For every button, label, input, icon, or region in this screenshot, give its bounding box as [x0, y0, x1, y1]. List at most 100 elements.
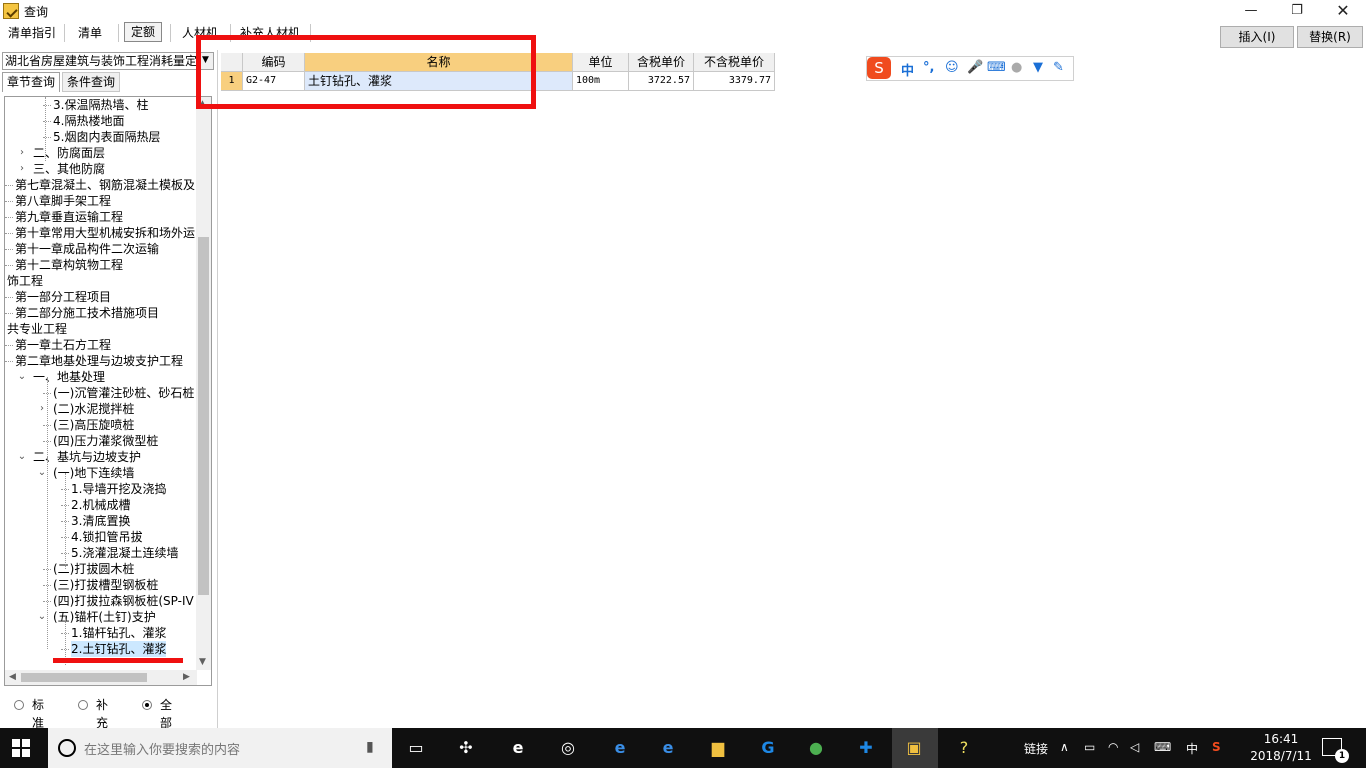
tree-vertical-scrollbar[interactable]: ▲ ▼	[196, 97, 211, 670]
tree-node[interactable]: 第二章地基处理与边坡支护工程	[15, 353, 183, 369]
tree-node[interactable]: 第十一章成品构件二次运输	[15, 241, 159, 257]
expand-chevron-icon[interactable]: ›	[17, 161, 27, 177]
tree-node[interactable]: 4.隔热楼地面	[53, 113, 124, 129]
scrollbar-thumb[interactable]	[198, 237, 209, 595]
cell-price-tax[interactable]: 3722.57	[629, 72, 694, 91]
tree-node[interactable]: 1.导墙开挖及浇捣	[71, 481, 166, 497]
edge-browser-icon[interactable]: e	[608, 736, 632, 760]
microphone-icon[interactable]: ▮	[366, 739, 374, 755]
close-button[interactable]: ✕	[1320, 0, 1366, 22]
sogou-logo-icon[interactable]: S	[867, 57, 891, 79]
minimize-button[interactable]: —	[1228, 0, 1274, 22]
help-app-icon[interactable]: ?	[952, 736, 976, 760]
blue-app-icon[interactable]: ✚	[854, 736, 878, 760]
radio-standard-circle[interactable]	[14, 700, 24, 710]
sogou-tray-icon[interactable]: S	[1212, 740, 1221, 754]
taskbar-search[interactable]: 在这里输入你要搜索的内容 ▮	[48, 728, 392, 768]
ime-punctuation[interactable]: °,	[923, 60, 934, 75]
tree-node[interactable]: 二、基坑与边坡支护	[33, 449, 141, 465]
tree-node[interactable]: 第二部分施工技术措施项目	[15, 305, 159, 321]
app-notify-icon[interactable]: ◎	[556, 736, 580, 760]
tree-node-selected[interactable]: 2.土钉钻孔、灌浆	[71, 641, 167, 657]
task-view-icon[interactable]: ▭	[404, 736, 428, 760]
tree-node[interactable]: 第七章混凝土、钢筋混凝土模板及	[15, 177, 195, 193]
tree-node[interactable]: (三)高压旋喷桩	[53, 417, 134, 433]
radio-all-circle[interactable]	[142, 700, 152, 710]
wifi-icon[interactable]: ◠	[1108, 740, 1118, 754]
tree-node[interactable]: 第一部分工程项目	[15, 289, 111, 305]
tree-node[interactable]: 2.机械成槽	[71, 497, 130, 513]
collapse-chevron-icon[interactable]: ⌄	[37, 609, 47, 625]
battery-icon[interactable]: ▭	[1084, 740, 1095, 754]
expand-chevron-icon[interactable]: ›	[37, 401, 47, 417]
system-clock[interactable]: 16:41 2018/7/11	[1248, 731, 1314, 765]
glodon-app-icon[interactable]: G	[756, 736, 780, 760]
tree-node[interactable]: 一、地基处理	[33, 369, 105, 385]
tab-condition-query[interactable]: 条件查询	[62, 72, 121, 92]
user-icon[interactable]: ●	[1011, 60, 1022, 75]
tree-node[interactable]: 二、防腐面层	[33, 145, 105, 161]
app-fan-icon[interactable]: ✣	[454, 736, 478, 760]
column-header-price-tax[interactable]: 含税单价	[629, 53, 694, 72]
volume-icon[interactable]: ◁	[1130, 740, 1139, 754]
tree-node[interactable]: (四)压力灌浆微型桩	[53, 433, 158, 449]
tree-node[interactable]: (二)水泥搅拌桩	[53, 401, 134, 417]
cortana-icon[interactable]	[58, 739, 76, 757]
tray-link-label[interactable]: 链接	[1024, 740, 1048, 757]
scroll-down-icon[interactable]: ▼	[199, 657, 206, 667]
quota-library-select[interactable]: 湖北省房屋建筑与装饰工程消耗量定额 ▼	[2, 52, 214, 70]
tree-node[interactable]: 第一章土石方工程	[15, 337, 111, 353]
collapse-chevron-icon[interactable]: ⌄	[37, 465, 47, 481]
tree-node[interactable]: 1.锚杆钻孔、灌浆	[71, 625, 166, 641]
tree-horizontal-scrollbar[interactable]: ◀ ▶	[5, 670, 197, 685]
ie-browser-icon[interactable]: e	[506, 736, 530, 760]
tree-node[interactable]: 第十二章构筑物工程	[15, 257, 123, 273]
scroll-left-icon[interactable]: ◀	[9, 672, 16, 682]
tab-bill[interactable]: 清单	[72, 22, 108, 44]
maximize-button[interactable]: ❐	[1274, 0, 1320, 22]
file-explorer-icon[interactable]: ▆	[706, 736, 730, 760]
collapse-chevron-icon[interactable]: ⌄	[17, 449, 27, 465]
active-app-icon[interactable]: ▣	[902, 736, 926, 760]
emoji-icon[interactable]: ☺	[945, 60, 959, 75]
tray-expand-icon[interactable]: ∧	[1060, 740, 1069, 754]
voice-icon[interactable]: 🎤	[967, 60, 983, 75]
green-app-icon[interactable]: ●	[804, 736, 828, 760]
tree-node[interactable]: (四)打拔拉森钢板桩(SP-IV	[53, 593, 194, 609]
tab-chapter-query[interactable]: 章节查询	[2, 72, 61, 92]
insert-button[interactable]: 插入(I)	[1220, 26, 1294, 48]
keyboard-icon[interactable]: ⌨	[987, 60, 1006, 75]
ime-mode[interactable]: 中	[901, 60, 914, 79]
tray-ime-indicator[interactable]: 中	[1186, 740, 1198, 757]
tree-node[interactable]: 3.清底置换	[71, 513, 130, 529]
collapse-chevron-icon[interactable]: ⌄	[17, 369, 27, 385]
tree-node[interactable]: 5.浇灌混凝土连续墙	[71, 545, 178, 561]
internet-explorer-icon[interactable]: e	[656, 736, 680, 760]
tree-node[interactable]: (三)打拔槽型钢板桩	[53, 577, 158, 593]
replace-button[interactable]: 替换(R)	[1297, 26, 1363, 48]
tab-bill-guide[interactable]: 清单指引	[2, 22, 62, 44]
cell-price-notax[interactable]: 3379.77	[694, 72, 775, 91]
expand-chevron-icon[interactable]: ›	[17, 145, 27, 161]
tree-node[interactable]: 第八章脚手架工程	[15, 193, 111, 209]
tree-node[interactable]: 第九章垂直运输工程	[15, 209, 123, 225]
windows-start-icon[interactable]	[12, 739, 30, 757]
scroll-right-icon[interactable]: ▶	[183, 672, 190, 682]
tree-node[interactable]: 第十章常用大型机械安拆和场外运	[15, 225, 195, 241]
tree-node[interactable]: (一)沉管灌注砂桩、砂石桩	[53, 385, 194, 401]
cell-unit[interactable]: 100m	[573, 72, 629, 91]
tree-node[interactable]: (五)锚杆(土钉)支护	[53, 609, 156, 625]
column-header-price-notax[interactable]: 不含税单价	[694, 53, 775, 72]
tree-node[interactable]: 4.锁扣管吊拔	[71, 529, 142, 545]
scrollbar-thumb[interactable]	[21, 673, 147, 682]
notification-icon[interactable]: 1	[1322, 738, 1349, 763]
tree-node[interactable]: 饰工程	[7, 273, 43, 289]
skin-icon[interactable]: ▼	[1033, 60, 1043, 75]
tree-node[interactable]: 5.烟囱内表面隔热层	[53, 129, 160, 145]
tree-node[interactable]: 共专业工程	[7, 321, 67, 337]
tree-node[interactable]: 三、其他防腐	[33, 161, 105, 177]
column-header-unit[interactable]: 单位	[573, 53, 629, 72]
wrench-icon[interactable]: ✎	[1053, 60, 1064, 75]
keyboard-icon[interactable]: ⌨	[1154, 740, 1171, 754]
tab-quota[interactable]: 定额	[124, 22, 163, 42]
